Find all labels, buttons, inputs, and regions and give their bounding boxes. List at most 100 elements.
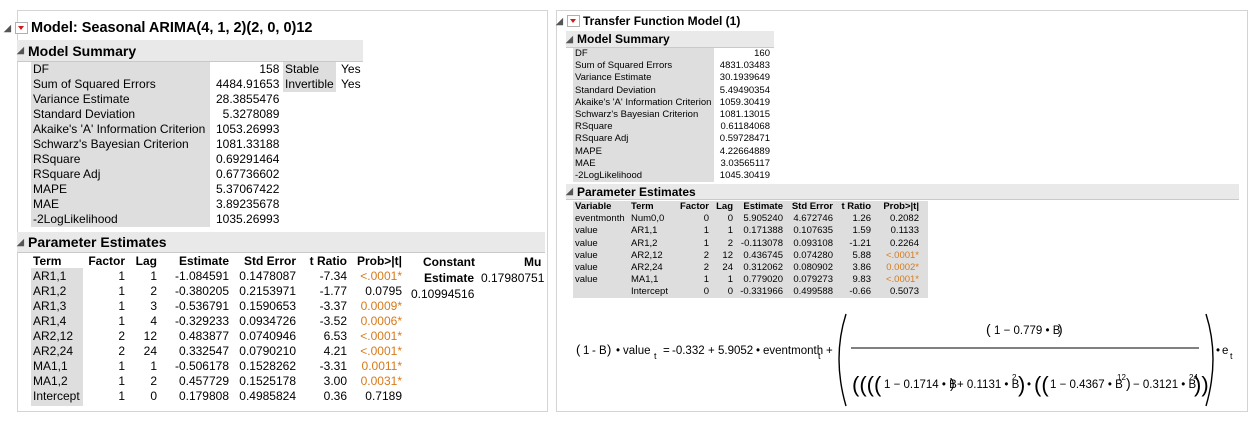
param-factor-cell: 1	[703, 225, 709, 237]
param-stderr-cell: 0.0740946	[239, 329, 296, 343]
prob-header[interactable]: Prob>|t|	[347, 254, 402, 269]
param-header-row: Term Factor Lag Estimate Std Error t Rat…	[33, 254, 402, 269]
stderr-header[interactable]: Std Error	[783, 201, 833, 213]
summary-row: Variance Estimate 30.1939649	[575, 72, 770, 84]
estimate-header[interactable]: Estimate	[733, 201, 783, 213]
left-model-title: Model: Seasonal ARIMA(4, 1, 2)(2, 0, 0)1…	[31, 20, 313, 36]
right-parameter-table: Variable Term Factor Lag Estimate Std Er…	[575, 201, 919, 299]
summary-row: Sum of Squared Errors 4484.91653	[33, 77, 279, 92]
param-row: Intercept 1 0 0.179808 0.4985824 0.36 0.7189	[33, 389, 402, 404]
param-row: AR2,24 2 24 0.332547 0.0790210 4.21 <.0001*	[33, 344, 402, 359]
summary-label: RSquare	[33, 152, 81, 166]
param-lag-cell: 0	[727, 213, 733, 225]
param-p-cell: 0.1133	[890, 225, 919, 237]
right-model-summary-table: DF 160 Sum of Squared Errors 4831.03483 Vari…	[575, 48, 770, 182]
param-stderr-cell: 0.1528262	[239, 359, 296, 373]
right-model-summary-title: Model Summary	[577, 32, 670, 46]
left-model-outline-header[interactable]: ◢ Model: Seasonal ARIMA(4, 1, 2)(2, 0, 0…	[4, 17, 312, 39]
den-sar1-poly: 1 − 0.4367 • B	[1050, 379, 1123, 391]
factor-header[interactable]: Factor	[679, 201, 709, 213]
param-estimate-cell: -0.329233	[174, 314, 229, 328]
prob-header[interactable]: Prob>|t|	[871, 201, 919, 213]
param-p-cell: <.0001*	[360, 344, 402, 358]
input-dot: •	[756, 345, 760, 357]
disclosure-triangle-icon[interactable]: ◢	[17, 45, 28, 56]
param-var-cell: value	[575, 225, 598, 237]
param-factor-cell: 0	[703, 286, 709, 298]
param-var-cell	[575, 286, 631, 298]
param-estimate-cell: -0.113078	[740, 237, 783, 249]
lag-header[interactable]: Lag	[125, 254, 157, 269]
plus-sign: +	[708, 345, 715, 357]
right-model-outline-header[interactable]: ◢ Transfer Function Model (1)	[556, 12, 740, 30]
invertible-row: Invertible Yes	[285, 77, 361, 92]
param-var-cell: value	[575, 237, 598, 249]
param-stderr-cell: 0.1525178	[239, 374, 296, 388]
den-ar1-close-paren: )	[950, 375, 955, 391]
disclosure-triangle-icon[interactable]: ◢	[4, 23, 15, 34]
param-t-cell: 3.00	[323, 374, 347, 388]
param-term-cell: MA1,2	[33, 374, 68, 388]
summary-value: 1081.13015	[719, 109, 770, 121]
param-factor-cell: 2	[118, 344, 125, 358]
left-model-summary-table: DF 158 Sum of Squared Errors 4484.91653 Vari…	[33, 62, 279, 227]
summary-label: RSquare Adj	[575, 133, 629, 145]
param-lag-cell: 1	[150, 269, 157, 283]
estimate-header[interactable]: Estimate	[157, 254, 229, 269]
tratio-header[interactable]: t Ratio	[833, 201, 871, 213]
disclosure-triangle-icon[interactable]: ◢	[566, 186, 577, 197]
input-coefficient: 5.9052	[718, 345, 753, 357]
right-parameter-estimates-header[interactable]: ◢ Parameter Estimates	[566, 184, 1239, 200]
summary-value: 30.1939649	[719, 72, 770, 84]
plus-sign-2: +	[826, 345, 833, 357]
param-p-cell: 0.0795	[365, 284, 402, 298]
red-triangle-menu-icon[interactable]	[567, 15, 580, 27]
param-factor-cell: 1	[703, 237, 709, 249]
summary-value: 1045.30419	[719, 170, 770, 182]
param-lag-cell: 1	[727, 225, 733, 237]
term-header[interactable]: Term	[33, 254, 85, 269]
tratio-header[interactable]: t Ratio	[296, 254, 347, 269]
param-t-cell: 1.26	[852, 213, 872, 225]
right-model-summary-header[interactable]: ◢ Model Summary	[566, 31, 774, 48]
summary-label: Sum of Squared Errors	[575, 60, 673, 72]
mu-value: 0.17980751	[481, 271, 545, 285]
disclosure-triangle-icon[interactable]: ◢	[566, 34, 577, 45]
param-factor-cell: 1	[118, 359, 125, 373]
param-estimate-cell: -1.084591	[174, 269, 229, 283]
disclosure-triangle-icon[interactable]: ◢	[556, 16, 567, 27]
summary-row: Akaike's 'A' Information Criterion 1059.3…	[575, 97, 770, 109]
param-p-cell: 0.5073	[889, 286, 919, 298]
stderr-header[interactable]: Std Error	[229, 254, 296, 269]
summary-label: -2LogLikelihood	[575, 170, 643, 182]
lag-header[interactable]: Lag	[709, 201, 733, 213]
summary-value: 158	[259, 62, 280, 76]
param-p-cell: 0.7189	[365, 389, 402, 403]
mu-header: Mu	[524, 255, 542, 269]
numerator-close-paren: )	[1058, 321, 1063, 337]
left-parameter-estimates-header[interactable]: ◢ Parameter Estimates	[17, 232, 545, 253]
summary-row: MAE 3.03565117	[575, 158, 770, 170]
param-t-cell: -3.52	[319, 314, 347, 328]
param-t-cell: 0.36	[323, 389, 347, 403]
summary-row: MAE 3.89235678	[33, 197, 279, 212]
summary-label: Schwarz's Bayesian Criterion	[575, 109, 699, 121]
param-term-cell: AR2,24	[631, 262, 663, 274]
left-model-summary-header[interactable]: ◢ Model Summary	[17, 40, 363, 62]
term-header[interactable]: Term	[631, 201, 679, 213]
param-p-cell: <.0001*	[885, 274, 919, 286]
param-stderr-cell: 0.2153971	[239, 284, 296, 298]
summary-value: 3.89235678	[216, 197, 280, 211]
summary-value: 28.3855476	[216, 92, 280, 106]
red-triangle-menu-icon[interactable]	[15, 22, 28, 34]
param-t-cell: -3.31	[319, 359, 347, 373]
variable-header[interactable]: Variable	[575, 201, 631, 213]
factor-header[interactable]: Factor	[85, 254, 125, 269]
invertible-label: Invertible	[285, 77, 334, 91]
summary-value: 4484.91653	[216, 77, 280, 91]
param-term-cell: AR2,12	[631, 249, 663, 261]
disclosure-triangle-icon[interactable]: ◢	[17, 237, 28, 248]
param-lag-cell: 1	[150, 359, 157, 373]
param-row: MA1,2 1 2 0.457729 0.1525178 3.00 0.0031*	[33, 374, 402, 389]
summary-row: MAPE 5.37067422	[33, 182, 279, 197]
